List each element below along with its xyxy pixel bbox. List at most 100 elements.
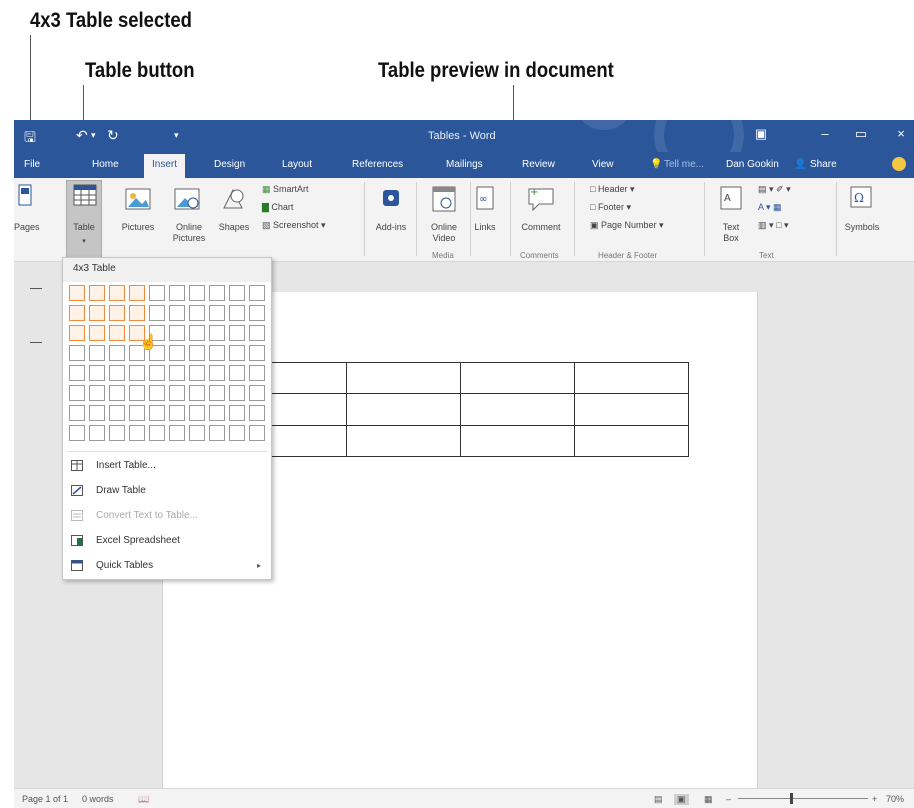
grid-cell[interactable] [229,345,245,361]
word-count[interactable]: 0 words [82,794,114,804]
grid-cell[interactable] [129,405,145,421]
grid-cell[interactable] [209,405,225,421]
grid-cell[interactable] [129,365,145,381]
grid-cell[interactable] [229,305,245,321]
grid-cell[interactable] [149,365,165,381]
zoom-slider-thumb[interactable] [790,793,793,804]
grid-cell[interactable] [89,405,105,421]
shapes-button[interactable]: Shapes [214,222,254,233]
grid-cell[interactable] [189,325,205,341]
grid-cell[interactable] [229,425,245,441]
grid-cell[interactable] [169,385,185,401]
tab-references[interactable]: References [352,159,403,170]
ribbon-display-button[interactable]: ▣ [750,126,772,144]
grid-cell[interactable] [169,325,185,341]
save-icon[interactable]: 🖫 [24,127,36,151]
wordart-icon[interactable]: A ▾ ▦ [758,202,782,213]
grid-cell[interactable] [229,405,245,421]
grid-cell[interactable] [249,385,265,401]
share-button[interactable]: Share [810,159,837,170]
grid-cell[interactable] [89,365,105,381]
online-pictures-button[interactable]: Online Pictures [164,222,214,244]
grid-cell[interactable] [129,425,145,441]
online-video-button[interactable]: Online Video [422,222,466,244]
user-name[interactable]: Dan Gookin [726,159,779,170]
redo-icon[interactable]: ↻ [107,127,119,144]
screenshot-button[interactable]: ▧ Screenshot ▾ [262,220,326,231]
zoom-level[interactable]: 70% [886,794,904,804]
quick-tables-menu-item[interactable]: Quick Tables ▸ [63,554,271,579]
page-number-button[interactable]: ▣ Page Number ▾ [590,220,664,231]
share-icon[interactable]: 👤 [794,159,806,170]
tab-design[interactable]: Design [214,159,245,170]
grid-cell[interactable] [149,305,165,321]
drop-cap-icon[interactable]: ▥ ▾ □ ▾ [758,220,788,231]
grid-cell[interactable] [69,365,85,381]
grid-cell[interactable] [209,285,225,301]
grid-cell[interactable] [229,325,245,341]
grid-cell[interactable] [149,405,165,421]
grid-cell[interactable] [209,425,225,441]
proofing-icon[interactable]: 📖 [138,794,149,805]
tab-view[interactable]: View [592,159,614,170]
grid-cell[interactable] [109,425,125,441]
close-button[interactable]: × [890,126,912,144]
header-button[interactable]: □ Header ▾ [590,184,635,195]
text-box-button[interactable]: Text Box [714,222,748,244]
tab-review[interactable]: Review [522,159,555,170]
grid-cell[interactable] [209,305,225,321]
grid-cell[interactable] [189,425,205,441]
grid-cell[interactable] [249,305,265,321]
chart-button[interactable]: ▇ Chart [262,202,293,213]
grid-cell[interactable] [109,345,125,361]
grid-cell[interactable] [249,285,265,301]
grid-cell[interactable] [169,345,185,361]
grid-cell[interactable] [149,385,165,401]
pages-button[interactable]: Pages [14,222,40,233]
tab-home[interactable]: Home [92,159,119,170]
tab-mailings[interactable]: Mailings [446,159,483,170]
grid-cell-selected[interactable] [69,305,85,321]
undo-icon[interactable]: ↶ [76,127,88,144]
grid-cell-selected[interactable] [109,285,125,301]
grid-cell[interactable] [209,385,225,401]
undo-dropdown-icon[interactable]: ▾ [91,130,96,141]
grid-cell[interactable] [69,425,85,441]
grid-cell[interactable] [89,385,105,401]
grid-cell[interactable] [69,345,85,361]
grid-cell[interactable] [149,285,165,301]
grid-cell[interactable] [89,425,105,441]
zoom-in-button[interactable]: + [872,794,877,804]
grid-cell-selected[interactable] [109,325,125,341]
web-layout-icon[interactable]: ▦ [704,794,713,805]
addins-button[interactable]: Add-ins [374,222,408,233]
grid-cell[interactable] [149,425,165,441]
grid-cell-selected[interactable] [89,285,105,301]
tab-file[interactable]: File [24,159,40,170]
grid-cell[interactable] [189,345,205,361]
links-button[interactable]: Links [470,222,500,233]
grid-cell-selected[interactable] [109,305,125,321]
grid-cell[interactable] [169,405,185,421]
grid-cell[interactable] [109,365,125,381]
grid-cell[interactable] [169,305,185,321]
grid-cell[interactable] [209,365,225,381]
minimize-button[interactable]: – [814,126,836,144]
grid-cell[interactable] [109,385,125,401]
smartart-button[interactable]: ▦ SmartArt [262,184,309,195]
grid-cell[interactable] [249,365,265,381]
grid-cell[interactable] [189,405,205,421]
grid-cell[interactable] [69,385,85,401]
convert-text-to-table-menu-item[interactable]: Convert Text to Table... [63,504,271,529]
page-count[interactable]: Page 1 of 1 [22,794,68,804]
grid-cell-selected[interactable] [129,285,145,301]
grid-cell[interactable] [249,345,265,361]
grid-cell[interactable] [129,385,145,401]
grid-cell[interactable] [109,405,125,421]
grid-cell[interactable] [249,405,265,421]
grid-cell[interactable] [189,385,205,401]
grid-cell-selected[interactable] [69,285,85,301]
customize-toolbar-icon[interactable]: ▾ [174,130,179,141]
comment-button[interactable]: Comment [516,222,566,233]
tab-layout[interactable]: Layout [282,159,312,170]
